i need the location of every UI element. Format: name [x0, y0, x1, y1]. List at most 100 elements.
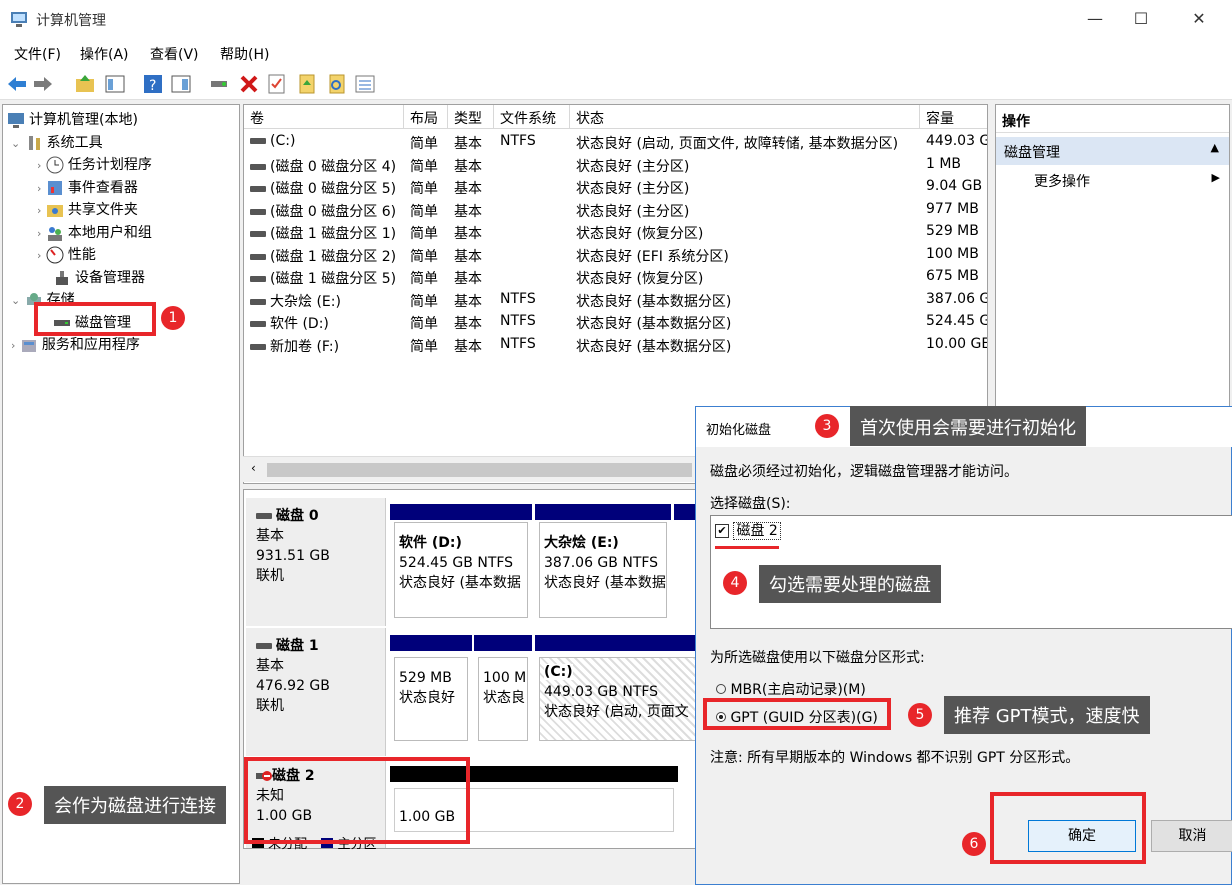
volume-name[interactable]: (磁盘 1 磁盘分区 5): [250, 268, 396, 288]
volume-cell: 基本: [454, 291, 482, 311]
connect-icon[interactable]: [208, 73, 230, 95]
menu-action[interactable]: 操作(A): [80, 44, 129, 64]
mbr-option[interactable]: MBR(主启动记录)(M): [716, 679, 866, 699]
partition-e[interactable]: 大杂烩 (E:) 387.06 GB NTFS 状态良好 (基本数据: [535, 504, 671, 618]
volume-name[interactable]: (磁盘 0 磁盘分区 6): [250, 201, 396, 221]
volume-name[interactable]: 软件 (D:): [250, 313, 329, 333]
volume-cell: NTFS: [500, 313, 536, 329]
col-header-layout[interactable]: 布局: [404, 105, 448, 129]
partition-d-status: 状态良好 (基本数据: [399, 575, 521, 591]
col-header-volume[interactable]: 卷: [244, 105, 404, 129]
volume-cell-text: 新加卷 (F:): [270, 338, 340, 355]
col-header-capacity[interactable]: 容量: [920, 105, 987, 129]
volume-cell: 状态良好 (基本数据分区): [576, 336, 731, 356]
menu-help[interactable]: 帮助(H): [220, 44, 269, 64]
chevron-right-icon[interactable]: ›: [37, 159, 41, 172]
event-viewer-icon: [47, 181, 62, 195]
col-header-filesystem[interactable]: 文件系统: [494, 105, 570, 129]
disk-0-label[interactable]: 磁盘 0 基本 931.51 GB 联机: [246, 498, 386, 626]
chevron-down-icon[interactable]: ⌄: [11, 137, 20, 150]
actions-section-disk-management[interactable]: 磁盘管理 ▲: [996, 137, 1229, 165]
disk-2-item[interactable]: ✔ 磁盘 2: [715, 520, 781, 540]
minimize-button[interactable]: —: [1072, 0, 1118, 38]
chevron-right-icon[interactable]: ›: [37, 249, 41, 262]
volume-cell-text: 基本: [454, 316, 482, 332]
tree-device-manager-label: 设备管理器: [75, 270, 145, 286]
partition-c[interactable]: (C:) 449.03 GB NTFS 状态良好 (启动, 页面文: [535, 635, 705, 741]
volume-cell-text: NTFS: [500, 335, 536, 352]
cancel-button[interactable]: 取消: [1151, 820, 1232, 852]
volume-name[interactable]: (磁盘 0 磁盘分区 5): [250, 178, 396, 198]
search-icon[interactable]: [326, 73, 348, 95]
more-actions[interactable]: 更多操作 ▶: [1034, 171, 1224, 191]
disk-1-label[interactable]: 磁盘 1 基本 476.92 GB 联机: [246, 628, 386, 756]
volume-name[interactable]: (C:): [250, 133, 295, 149]
scrollbar-thumb[interactable]: [267, 463, 692, 477]
tree-device-manager[interactable]: 设备管理器: [53, 267, 145, 287]
tree-task-scheduler[interactable]: › 任务计划程序: [37, 154, 152, 174]
menu-file[interactable]: 文件(F): [14, 44, 61, 64]
tree-performance[interactable]: › 性能: [37, 244, 96, 264]
chevron-right-icon[interactable]: ›: [37, 204, 41, 217]
volume-cell: 449.03 G: [926, 133, 987, 149]
close-button[interactable]: ✕: [1176, 0, 1222, 38]
disk-2-checkbox[interactable]: ✔: [715, 524, 729, 538]
volume-name[interactable]: 大杂烩 (E:): [250, 291, 341, 311]
mbr-radio[interactable]: [716, 684, 726, 694]
disk-icon: [256, 643, 272, 649]
partition-recovery[interactable]: 529 MB 状态良好: [390, 635, 472, 741]
scroll-left-icon[interactable]: ‹: [251, 461, 256, 475]
forward-arrow-icon[interactable]: [32, 73, 54, 95]
volume-cell: 基本: [454, 246, 482, 266]
maximize-button[interactable]: ☐: [1118, 0, 1164, 38]
tree-event-viewer[interactable]: › 事件查看器: [37, 177, 138, 197]
import-icon[interactable]: [296, 73, 318, 95]
up-folder-icon[interactable]: [74, 73, 96, 95]
drive-icon: [250, 186, 266, 192]
chevron-down-icon[interactable]: ⌄: [11, 294, 20, 307]
menu-view[interactable]: 查看(V): [150, 44, 199, 64]
tree-system-tools-label: 系统工具: [46, 135, 103, 151]
back-arrow-icon[interactable]: [6, 73, 28, 95]
volume-name[interactable]: 新加卷 (F:): [250, 336, 339, 356]
volume-name[interactable]: (磁盘 1 磁盘分区 1): [250, 223, 396, 243]
partition-efi[interactable]: 100 M 状态良: [474, 635, 532, 741]
tree-local-users[interactable]: › 本地用户和组: [37, 222, 152, 242]
collapse-up-icon[interactable]: ▲: [1211, 141, 1219, 154]
volume-cell: 简单: [410, 246, 438, 266]
help-icon[interactable]: ?: [142, 73, 164, 95]
volume-cell-text: 675 MB: [926, 268, 979, 284]
chevron-right-icon[interactable]: ›: [37, 227, 41, 240]
col-header-status[interactable]: 状态: [570, 105, 920, 129]
highlight-disk-2: [244, 757, 470, 844]
volume-cell-text: 简单: [410, 158, 438, 175]
partition-d[interactable]: 软件 (D:) 524.45 GB NTFS 状态良好 (基本数据: [390, 504, 532, 618]
volume-name[interactable]: (磁盘 0 磁盘分区 4): [250, 156, 396, 176]
chevron-right-icon[interactable]: ›: [37, 182, 41, 195]
volume-cell-text: (C:): [270, 133, 296, 149]
col-header-type[interactable]: 类型: [448, 105, 494, 129]
tree-shared-folders[interactable]: › 共享文件夹: [37, 199, 138, 219]
tree-system-tools[interactable]: ⌄ 系统工具: [11, 132, 103, 152]
delete-icon[interactable]: [238, 73, 260, 95]
users-icon: [47, 227, 62, 241]
clock-icon: [46, 156, 64, 174]
performance-icon: [46, 246, 64, 264]
volume-name[interactable]: (磁盘 1 磁盘分区 2): [250, 246, 396, 266]
volume-cell-text: 简单: [410, 203, 438, 220]
volume-cell: 529 MB: [926, 223, 979, 239]
list-view-icon[interactable]: [354, 73, 376, 95]
check-icon[interactable]: [266, 73, 288, 95]
volume-cell-text: 基本: [454, 248, 482, 265]
tree-services[interactable]: › 服务和应用程序: [11, 334, 140, 354]
volume-cell-text: 简单: [410, 226, 438, 242]
tree-root[interactable]: 计算机管理(本地): [7, 109, 138, 129]
select-disk-label: 选择磁盘(S):: [710, 496, 791, 512]
show-hide-tree-icon[interactable]: [104, 73, 126, 95]
chevron-right-icon[interactable]: ›: [11, 339, 15, 352]
volume-cell-text: (磁盘 1 磁盘分区 2): [270, 248, 397, 265]
properties-pane-icon[interactable]: [170, 73, 192, 95]
shared-folder-icon: [46, 205, 63, 217]
partition-recovery-bar: [390, 635, 472, 651]
volume-cell: 基本: [454, 201, 482, 221]
